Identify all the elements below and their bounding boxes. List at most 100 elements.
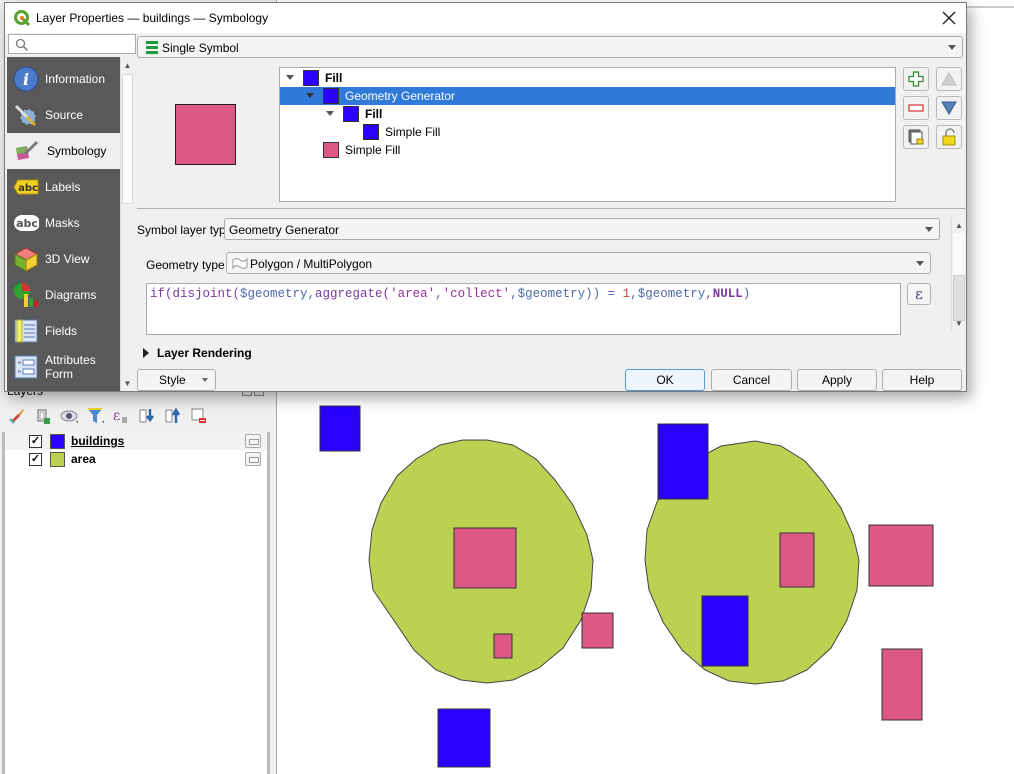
tree-item-fill[interactable]: Fill (280, 105, 895, 123)
layer-symbol-swatch[interactable] (50, 433, 65, 449)
labels-icon: abc (13, 174, 39, 200)
sidebar-item-fields[interactable]: Fields (7, 313, 120, 349)
tree-item-fill[interactable]: Fill (280, 69, 895, 87)
renderer-dropdown[interactable]: Single Symbol (137, 36, 963, 58)
symbol-layer-type-dropdown[interactable]: Geometry Generator (224, 218, 940, 240)
remove-symbol-layer-button[interactable] (903, 96, 929, 120)
main-window-edge (967, 0, 1014, 8)
sidebar-item-masks[interactable]: abc Masks (7, 205, 120, 241)
geometry-expression-editor[interactable]: if(disjoint($geometry,aggregate('area','… (146, 283, 901, 335)
symbol-swatch (323, 88, 339, 104)
sidebar-item-source[interactable]: Source (7, 97, 120, 133)
style-button-label: Style (159, 373, 186, 387)
expand-toggle-icon[interactable] (286, 75, 294, 80)
dialog-title: Layer Properties — buildings — Symbology (36, 11, 269, 25)
help-button[interactable]: Help (882, 369, 962, 391)
dialog-titlebar[interactable]: Layer Properties — buildings — Symbology (5, 3, 966, 33)
move-down-button[interactable] (936, 96, 962, 120)
expression-token: $geometry (240, 287, 308, 301)
layer-visibility-checkbox[interactable]: ✓ (29, 452, 42, 466)
move-up-button[interactable] (936, 67, 962, 91)
duplicate-symbol-layer-button[interactable] (903, 125, 929, 149)
layer-indicator-icon[interactable] (245, 452, 261, 466)
style-button[interactable]: Style (137, 369, 216, 391)
sidebar-item-label: Labels (45, 180, 81, 194)
add-group-icon[interactable] (34, 407, 52, 425)
label-line-2: Form (45, 367, 73, 381)
layer-visibility-checkbox[interactable]: ✓ (29, 434, 42, 448)
scroll-thumb[interactable] (953, 275, 965, 321)
cancel-button[interactable]: Cancel (711, 369, 792, 391)
add-symbol-layer-button[interactable] (903, 67, 929, 91)
filter-legend-icon[interactable] (86, 407, 104, 425)
expression-token: 'collect' (442, 287, 511, 301)
building-outside (657, 423, 709, 500)
expression-token: , (630, 287, 638, 301)
layer-row-buildings[interactable]: ✓ buildings (5, 432, 267, 450)
plus-icon (908, 71, 924, 87)
label-line-1: Attributes (45, 353, 96, 367)
ok-button[interactable]: OK (625, 369, 705, 391)
expand-all-icon[interactable] (138, 407, 156, 425)
sidebar-item-label: Fields (45, 324, 78, 338)
sidebar-item-3d-view[interactable]: 3D View (7, 241, 120, 277)
close-button[interactable] (938, 7, 960, 29)
building-inside (581, 612, 614, 649)
chevron-down-icon (925, 227, 933, 232)
layer-indicator-icon[interactable] (245, 434, 261, 448)
building-inside (868, 524, 934, 587)
sidebar-item-diagrams[interactable]: Diagrams (7, 277, 120, 313)
expression-token: , (510, 287, 518, 301)
symbol-layer-type-label: Symbol layer type (137, 223, 233, 237)
expression-builder-button[interactable]: ε (907, 283, 931, 305)
expand-toggle-icon[interactable] (306, 93, 314, 98)
scroll-thumb[interactable] (122, 74, 133, 204)
scroll-up-arrow[interactable]: ▲ (952, 219, 966, 233)
symbol-swatch (303, 70, 319, 86)
scroll-down-arrow[interactable]: ▼ (952, 317, 966, 331)
expand-toggle-icon[interactable] (326, 111, 334, 116)
filter-by-expression-icon[interactable]: ε (112, 407, 130, 425)
expression-token: 'area' (390, 287, 436, 301)
apply-button[interactable]: Apply (797, 369, 877, 391)
properties-scrollbar[interactable]: ▲ ▼ (951, 218, 965, 331)
renderer-label: Single Symbol (162, 41, 239, 55)
lock-layer-button[interactable] (936, 125, 962, 149)
properties-sidebar: i Information Source Symbology abc Label… (7, 57, 120, 391)
building-inside (779, 532, 815, 588)
sidebar-item-labels[interactable]: abc Labels (7, 169, 120, 205)
layer-rendering-section[interactable]: Layer Rendering (143, 346, 252, 360)
sidebar-item-symbology[interactable]: Symbology (7, 133, 120, 169)
sidebar-item-information[interactable]: i Information (7, 61, 120, 97)
arrow-up-icon (941, 72, 957, 86)
tree-item-simple-fill[interactable]: Simple Fill (280, 123, 895, 141)
sidebar-scrollbar[interactable]: ▲ ▼ (120, 57, 133, 391)
layer-row-area[interactable]: ✓ area (5, 450, 267, 468)
layer-properties-dialog: Layer Properties — buildings — Symbology… (4, 2, 967, 392)
svg-text:ε: ε (113, 408, 120, 424)
tree-item-label: Fill (325, 71, 343, 85)
svg-text:i: i (23, 70, 29, 89)
remove-layer-icon[interactable] (190, 407, 208, 425)
building-inside (881, 648, 923, 721)
building-outside (437, 708, 491, 768)
tree-item-simple-fill[interactable]: Simple Fill (280, 141, 895, 159)
sidebar-item-label: Source (45, 108, 84, 122)
layer-symbol-swatch[interactable] (50, 451, 65, 467)
style-panel-icon[interactable] (8, 407, 26, 425)
scroll-down-arrow[interactable]: ▼ (121, 377, 134, 391)
epsilon-icon: ε (915, 285, 923, 303)
minus-icon (908, 104, 924, 112)
search-input[interactable] (8, 34, 136, 54)
scroll-up-arrow[interactable]: ▲ (121, 59, 134, 73)
tree-item-geometry-generator[interactable]: Geometry Generator (280, 87, 895, 105)
sidebar-item-attributes-form[interactable]: Attributes Form (7, 349, 120, 385)
building-inside (493, 633, 513, 659)
building-outside (701, 595, 749, 667)
expression-token: , (307, 287, 316, 301)
sidebar-item-label: Symbology (47, 144, 107, 158)
manage-visibility-icon[interactable] (60, 407, 78, 425)
collapse-all-icon[interactable] (164, 407, 182, 425)
geometry-type-dropdown[interactable]: Polygon / MultiPolygon (226, 252, 931, 274)
sidebar-item-label: 3D View (45, 252, 90, 266)
